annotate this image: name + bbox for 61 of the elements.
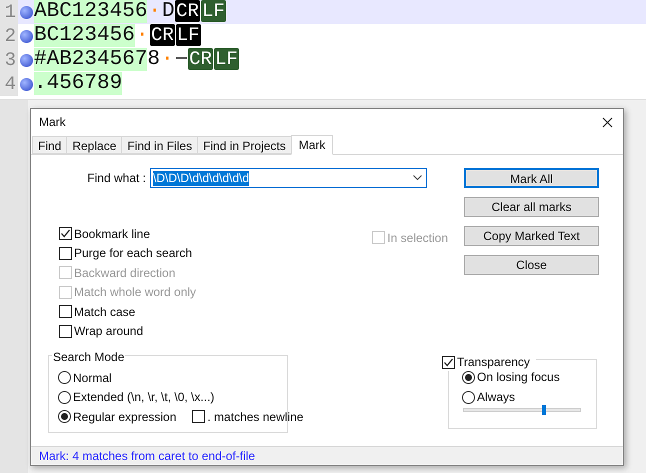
close-icon[interactable] [602,116,613,128]
whitespace-dot: · [160,48,175,71]
radio-label: On losing focus [477,369,560,386]
checkbox-label: Transparency [457,354,530,371]
code-text: #AB234567 [34,48,148,71]
code-text: ABC123456 [34,0,148,23]
checkbox[interactable] [59,246,72,260]
tab[interactable]: Find in Files [121,136,198,154]
radio-button[interactable] [462,370,475,384]
field-label: Find what : [86,170,147,187]
tab[interactable]: Find in Projects [197,136,292,154]
radio-label: Extended (\n, \r, \t, \0, \x...) [73,389,214,406]
radio-button[interactable] [58,371,71,384]
tab[interactable]: Find [32,136,68,154]
code-text: 8 [147,48,160,71]
checkbox[interactable] [59,305,72,318]
find-what-combobox[interactable]: \D\D\D\d\d\d\d\d\d [150,168,427,188]
tab[interactable]: Replace [66,136,122,154]
radio-button[interactable] [462,390,475,404]
checkbox-label: Backward direction [74,264,176,282]
selected-text: \D\D\D\d\d\d\d\d\d [153,170,250,186]
whitespace-dot: · [134,24,150,47]
radio-button[interactable] [58,390,71,404]
checkbox[interactable] [192,410,206,424]
radio-label: Always [477,389,516,406]
checkbox-label: . matches newline [207,408,304,426]
checkbox-label: Match case [74,304,136,321]
line-ending-badge: LF [200,0,226,22]
line-number: 3 [0,48,18,72]
checkbox[interactable] [442,356,455,368]
code-text: BC123456 [34,24,135,47]
dialog-button[interactable]: Mark All [464,168,599,188]
line-ending-badge: LF [214,48,239,70]
dialog-button[interactable]: Clear all marks [464,197,599,217]
dialog-button[interactable]: Copy Marked Text [464,226,599,246]
code-text: .456789 [34,72,122,95]
checkbox[interactable] [59,227,72,240]
checkbox-label: In selection [387,230,448,247]
radio-label: Normal [73,370,112,387]
line-number: 4 [0,72,18,96]
whitespace-dot: · [147,0,162,23]
radio-button[interactable] [58,410,71,424]
line-number: 2 [0,24,18,48]
checkbox[interactable] [59,324,72,338]
dialog-button[interactable]: Close [464,255,599,275]
radio-label: Regular expression [73,408,176,426]
slider-thumb[interactable] [542,405,546,415]
status-text: Mark: 4 matches from caret to end-of-file [39,448,256,465]
line-ending-badge: CR [188,48,213,70]
checkbox-label: Match whole word only [74,284,196,302]
code-text: D [162,0,175,23]
chevron-down-icon[interactable] [413,175,422,181]
window-title: Mark [39,114,66,131]
line-ending-badge: CR [150,24,175,46]
checkbox-label: Wrap around [74,323,144,340]
line-ending-badge: CR [175,0,200,22]
tab[interactable]: Mark [290,135,334,155]
line-number: 1 [0,0,18,24]
line-ending-badge: LF [176,24,201,46]
checkbox-label: Bookmark line [74,226,150,243]
checkbox-label: Purge for each search [74,245,192,262]
